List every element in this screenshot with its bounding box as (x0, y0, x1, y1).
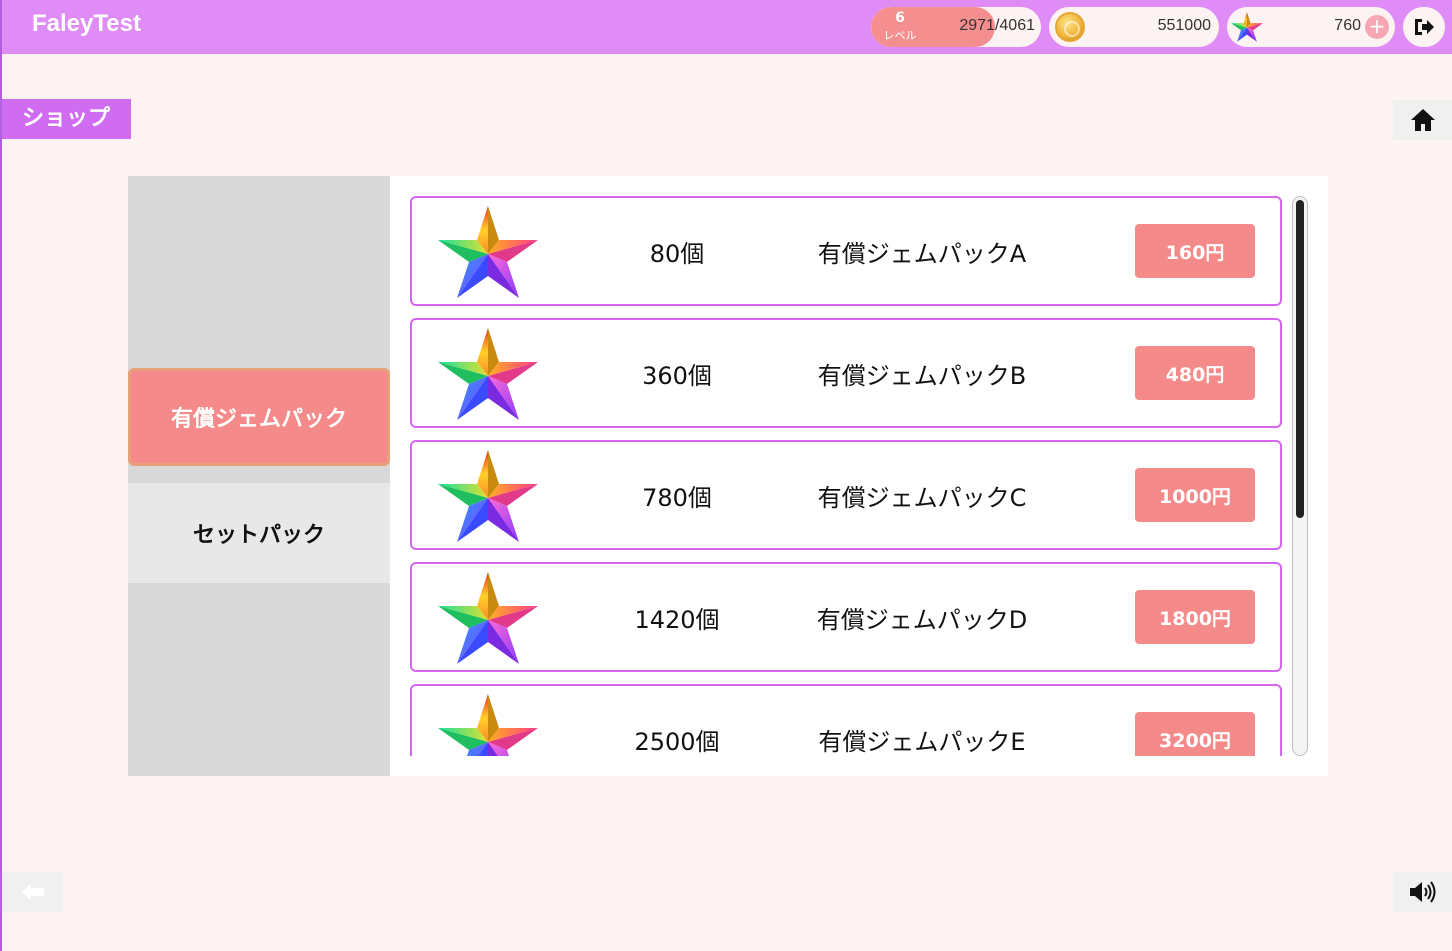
add-gems-button[interactable]: + (1365, 15, 1389, 39)
top-bar: FaleyTest 6 レベル 2971/4061 551000 760 + (2, 0, 1452, 54)
exp-counter: 2971/4061 (959, 17, 1035, 34)
category-tab-set-pack[interactable]: セットパック (128, 483, 390, 583)
rainbow-star-icon (436, 206, 540, 298)
speaker-icon (1410, 881, 1436, 903)
sound-button[interactable] (1393, 872, 1452, 912)
coin-amount: 551000 (1157, 17, 1211, 34)
shop-panel: 有償ジェムパック セットパック 80個 有償ジェムパックA 160円 360個 … (128, 176, 1328, 776)
rainbow-star-icon (436, 572, 540, 664)
scroll-thumb[interactable] (1296, 200, 1304, 518)
logout-icon (1415, 19, 1434, 35)
category-sidebar: 有償ジェムパック セットパック (128, 176, 390, 776)
rainbow-star-icon (1231, 11, 1263, 43)
product-item: 80個 有償ジェムパックA 160円 (410, 196, 1282, 306)
rainbow-star-icon (436, 450, 540, 542)
product-quantity: 80個 (649, 240, 705, 268)
product-quantity: 360個 (642, 362, 712, 390)
product-name: 有償ジェムパックD (816, 606, 1028, 634)
product-quantity: 1420個 (634, 606, 720, 634)
buy-button[interactable]: 1000円 (1135, 468, 1255, 522)
home-button[interactable] (1393, 100, 1452, 140)
product-item: 1420個 有償ジェムパックD 1800円 (410, 562, 1282, 672)
category-tab-paid-gem-pack[interactable]: 有償ジェムパック (128, 368, 390, 466)
buy-button[interactable]: 160円 (1135, 224, 1255, 278)
list-scrollbar[interactable] (1292, 196, 1308, 756)
product-quantity: 2500個 (634, 728, 720, 756)
coin-balance: 551000 (1049, 7, 1219, 47)
buy-button[interactable]: 3200円 (1135, 712, 1255, 756)
rainbow-star-icon (436, 328, 540, 420)
product-item: 360個 有償ジェムパックB 480円 (410, 318, 1282, 428)
level-number: 6 (895, 10, 905, 26)
coin-icon (1055, 12, 1085, 42)
shop-title: ショップ (2, 99, 131, 139)
rainbow-star-icon (436, 694, 540, 756)
back-arrow-icon (21, 884, 44, 900)
level-indicator: 6 レベル 2971/4061 (871, 7, 1041, 47)
product-item: 780個 有償ジェムパックC 1000円 (410, 440, 1282, 550)
gem-balance: 760 + (1227, 7, 1395, 47)
product-item: 2500個 有償ジェムパックE 3200円 (410, 684, 1282, 756)
gem-amount: 760 (1334, 17, 1361, 34)
buy-button[interactable]: 480円 (1135, 346, 1255, 400)
buy-button[interactable]: 1800円 (1135, 590, 1255, 644)
logout-button[interactable] (1403, 7, 1445, 47)
app-title: FaleyTest (32, 10, 141, 37)
product-name: 有償ジェムパックB (817, 362, 1027, 390)
product-name: 有償ジェムパックA (817, 240, 1027, 268)
product-quantity: 780個 (642, 484, 712, 512)
home-icon (1411, 109, 1435, 131)
back-button[interactable] (2, 872, 63, 912)
product-name: 有償ジェムパックE (818, 728, 1026, 756)
product-list[interactable]: 80個 有償ジェムパックA 160円 360個 有償ジェムパックB 480円 7… (410, 196, 1284, 756)
level-label: レベル (883, 29, 917, 42)
product-name: 有償ジェムパックC (817, 484, 1027, 512)
